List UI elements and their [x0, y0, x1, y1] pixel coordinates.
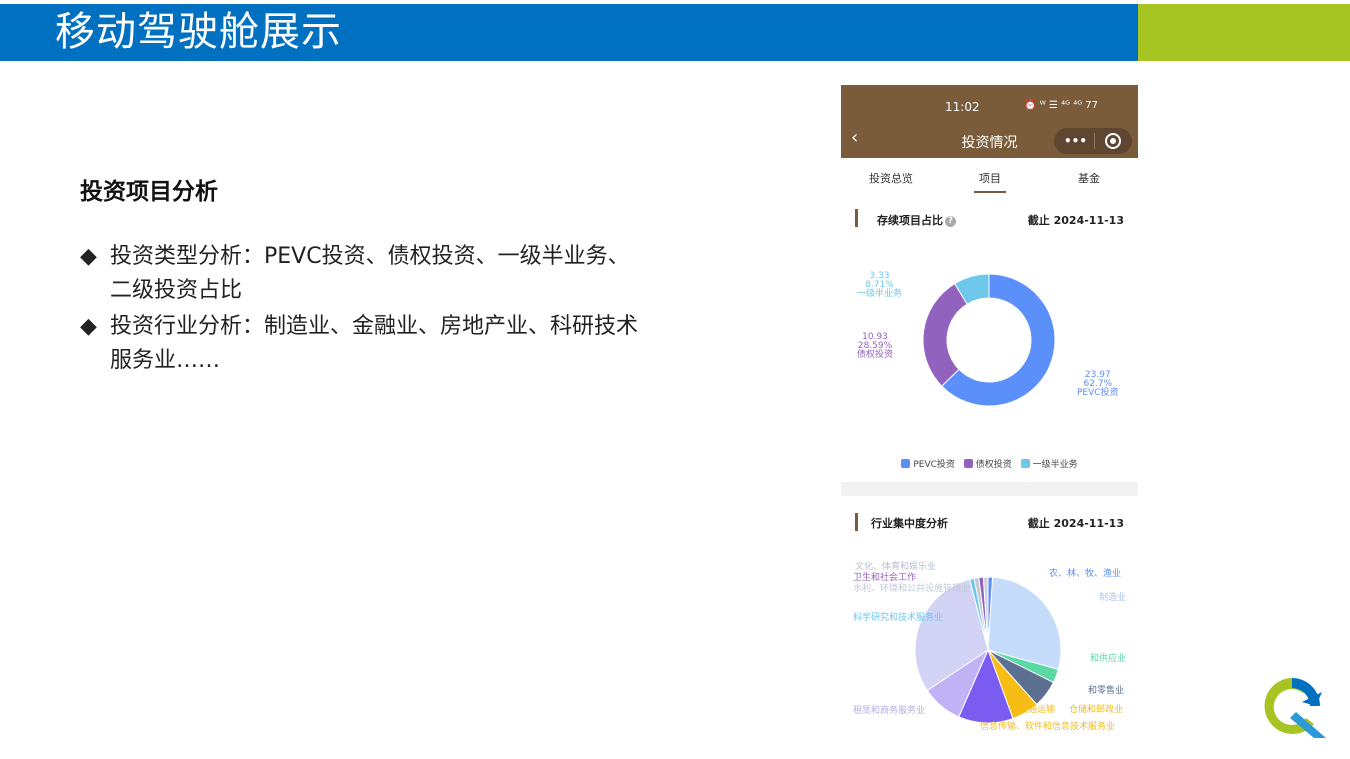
more-icon[interactable]: ••• — [1064, 134, 1087, 148]
pie-label: 和供应业 — [1090, 654, 1127, 664]
pie-label: 租赁和商务服务业 — [853, 706, 926, 716]
donut-label-name: PEVC投资 — [1077, 388, 1119, 398]
tab-fund[interactable]: 基金 — [1078, 170, 1100, 186]
section-title: 存续项目占比? — [877, 212, 956, 228]
company-logo — [1264, 678, 1326, 738]
donut-label-2: 10.93 28.59% 债权投资 — [857, 333, 893, 360]
mini-program-capsule: ••• — [1054, 128, 1132, 154]
pie-label: 仓储和邮政业 — [1069, 705, 1124, 715]
donut-label-3: 3.33 8.71% 一级半业务 — [857, 272, 902, 299]
bullet-text: 投资类型分析：PEVC投资、债权投资、一级半业务、二级投资占比 — [110, 244, 630, 303]
legend-swatch — [901, 459, 911, 468]
bullet-item: ◆ 投资类型分析：PEVC投资、债权投资、一级半业务、二级投资占比 — [80, 240, 640, 308]
section-marker — [855, 209, 858, 227]
title-accent-bar — [1138, 4, 1350, 61]
status-time: 11:02 — [945, 100, 980, 114]
bullet-text: 投资行业分析：制造业、金融业、房地产业、科研技术服务业…… — [110, 314, 639, 373]
target-icon[interactable] — [1105, 133, 1121, 149]
legend-swatch — [1020, 459, 1030, 468]
phone-header: 11:02 ⏰ ᵂ ☰ ⁴ᴳ ⁴ᴳ 77 ‹ 投资情况 ••• — [841, 85, 1138, 158]
legend-item[interactable]: 一级半业务 — [1020, 457, 1078, 470]
donut-label-name: 债权投资 — [857, 350, 894, 360]
donut-label-name: 一级半业务 — [857, 289, 903, 299]
tab-project[interactable]: 项目 — [979, 170, 1001, 186]
legend-swatch — [963, 459, 973, 468]
legend-item[interactable]: PEVC投资 — [901, 457, 955, 470]
section-title: 行业集中度分析 — [871, 517, 948, 530]
pie-label: 信息传输、软件和信息技术服务业 — [980, 722, 1116, 732]
help-icon[interactable]: ? — [945, 215, 956, 227]
status-icons: ⏰ ᵂ ☰ ⁴ᴳ ⁴ᴳ 77 — [1024, 100, 1099, 111]
pie-label: 农、林、牧、渔业 — [1049, 569, 1122, 579]
section-date: 截止 2024-11-13 — [1027, 517, 1124, 530]
pie-label: 和零售业 — [1088, 686, 1125, 696]
capsule-divider — [1094, 133, 1095, 149]
donut-label-1: 23.97 62.7% PEVC投资 — [1077, 371, 1119, 398]
pie-label: 水利、环境和公共设施管理业 — [853, 584, 971, 594]
donut-legend: PEVC投资 债权投资 一级半业务 — [841, 457, 1138, 470]
active-tab-indicator — [974, 191, 1006, 193]
pie-label: 制造业 — [1099, 593, 1127, 603]
section-separator — [841, 482, 1138, 496]
legend-label: PEVC投资 — [913, 460, 955, 470]
tab-bar: 投资总览 项目 基金 — [841, 158, 1138, 196]
pie-label: 科学研究和技术服务业 — [853, 613, 944, 623]
section-marker — [855, 513, 858, 531]
diamond-bullet-icon: ◆ — [80, 244, 97, 269]
section-heading: 投资项目分析 — [80, 179, 218, 205]
pie-label: 交通运输 — [1019, 705, 1056, 715]
section-date: 截止 2024-11-13 — [1027, 214, 1124, 227]
legend-label: 债权投资 — [975, 460, 1012, 470]
bullet-item: ◆ 投资行业分析：制造业、金融业、房地产业、科研技术服务业…… — [80, 310, 640, 378]
phone-screenshot: 11:02 ⏰ ᵂ ☰ ⁴ᴳ ⁴ᴳ 77 ‹ 投资情况 ••• 投资总览 项目 … — [841, 85, 1138, 740]
legend-label: 一级半业务 — [1032, 460, 1078, 470]
slide-title: 移动驾驶舱展示 — [55, 9, 342, 55]
legend-item[interactable]: 债权投资 — [963, 457, 1012, 470]
tab-overview[interactable]: 投资总览 — [869, 170, 913, 186]
bullet-list: ◆ 投资类型分析：PEVC投资、债权投资、一级半业务、二级投资占比 ◆ 投资行业… — [80, 240, 640, 380]
section-title-text: 存续项目占比 — [877, 214, 943, 227]
diamond-bullet-icon: ◆ — [80, 314, 97, 339]
